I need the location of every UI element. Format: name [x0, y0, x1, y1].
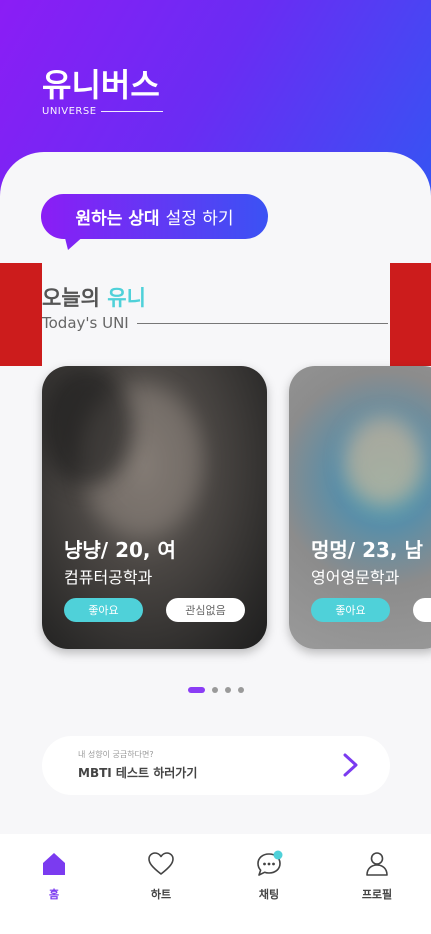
- bubble-rest-text: 설정 하기: [165, 209, 234, 229]
- mbti-test-banner[interactable]: 내 성향이 궁금하다면? MBTI 테스트 하러가기: [42, 736, 390, 795]
- tab-profile[interactable]: 프로필: [337, 850, 417, 910]
- section-subtitle: Today's UNI: [42, 314, 388, 332]
- logo-subtitle: UNIVERSE: [42, 106, 163, 117]
- tab-heart-label: 하트: [150, 888, 172, 901]
- pagination-dot-active[interactable]: [188, 687, 205, 693]
- section-divider: [136, 322, 388, 324]
- like-button[interactable]: 좋아요: [64, 598, 143, 622]
- carousel-pagination: [188, 687, 251, 693]
- chevron-right-icon[interactable]: [342, 752, 360, 778]
- card-major: 영어영문학과: [311, 568, 400, 587]
- section-title: 오늘의 유니: [42, 282, 146, 312]
- bubble-tail: [64, 234, 86, 250]
- tab-home[interactable]: 홈: [14, 850, 94, 910]
- logo-subtitle-text: UNIVERSE: [42, 106, 97, 117]
- pagination-dot[interactable]: [212, 687, 218, 693]
- mbti-caption: 내 성향이 궁금하다면?: [78, 750, 154, 759]
- not-interested-button[interactable]: 관심없음: [166, 598, 245, 622]
- chat-icon: [257, 850, 283, 876]
- not-interested-button[interactable]: 관: [413, 598, 431, 622]
- logo-title: 유니버스: [42, 66, 160, 104]
- bottom-tab-bar: 홈 하트 채팅 프로필: [0, 834, 431, 934]
- profile-card[interactable]: 멍멍/ 23, 남 영어영문학과 좋아요 관: [289, 366, 431, 649]
- tab-heart[interactable]: 하트: [121, 850, 201, 910]
- tab-chat[interactable]: 채팅: [229, 850, 309, 910]
- section-subtitle-text: Today's UNI: [42, 314, 129, 332]
- profile-card[interactable]: 냥냥/ 20, 여 컴퓨터공학과 좋아요 관심없음: [42, 366, 267, 649]
- red-marker-right: [390, 263, 431, 366]
- mbti-label: MBTI 테스트 하러가기: [78, 766, 198, 780]
- section-title-accent: 유니: [107, 286, 146, 310]
- pagination-dot[interactable]: [238, 687, 244, 693]
- app-logo: 유니버스 UNIVERSE: [42, 66, 163, 117]
- pagination-dot[interactable]: [225, 687, 231, 693]
- tab-home-label: 홈: [48, 888, 60, 901]
- photo-shadow: [42, 366, 132, 486]
- profile-photo: [344, 416, 424, 506]
- bubble-strong-text: 원하는 상대: [75, 209, 160, 229]
- like-button[interactable]: 좋아요: [311, 598, 390, 622]
- tab-chat-label: 채팅: [258, 888, 280, 901]
- logo-underline: [100, 111, 163, 112]
- card-name: 멍멍/ 23, 남: [311, 538, 423, 562]
- person-icon: [366, 852, 388, 876]
- red-marker-left: [0, 263, 42, 366]
- card-major: 컴퓨터공학과: [64, 568, 153, 587]
- tab-profile-label: 프로필: [361, 888, 393, 901]
- section-title-part1: 오늘의: [42, 286, 100, 310]
- home-icon: [43, 853, 65, 875]
- heart-icon: [148, 852, 174, 875]
- preference-setting-button[interactable]: 원하는 상대 설정 하기: [41, 194, 268, 239]
- card-name: 냥냥/ 20, 여: [64, 538, 176, 562]
